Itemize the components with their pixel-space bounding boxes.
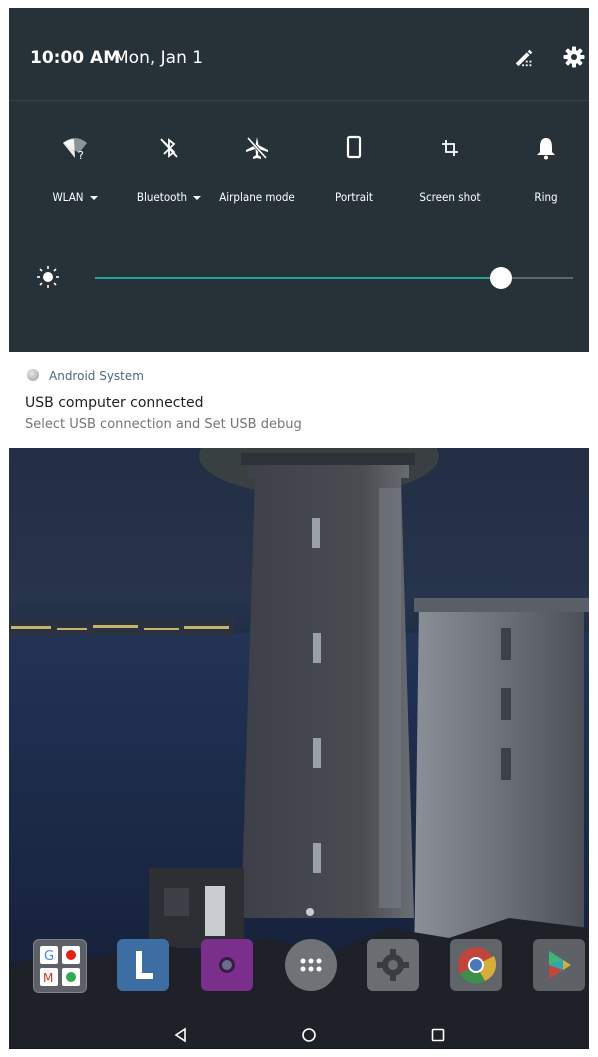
tile-wlan[interactable]: ? WLAN <box>27 134 123 214</box>
brightness-icon <box>37 266 59 288</box>
tile-bluetooth[interactable]: Bluetooth <box>121 134 217 214</box>
google-folder[interactable]: G M <box>33 939 87 993</box>
tile-airplane-label: Airplane mode <box>219 190 295 204</box>
tile-portrait-label: Portrait <box>335 190 373 204</box>
notification-app-name: Android System <box>49 369 144 383</box>
page-indicator-dot <box>306 908 314 916</box>
tile-portrait[interactable]: Portrait <box>306 134 402 214</box>
wifi-unknown-icon: ? <box>63 138 87 162</box>
svg-text:G: G <box>44 949 54 964</box>
tile-screenshot-label: Screen shot <box>419 190 481 204</box>
chrome-app[interactable] <box>450 939 502 991</box>
app-drawer-icon <box>300 958 322 972</box>
recents-icon[interactable] <box>430 1027 446 1043</box>
edit-icon[interactable] <box>513 46 535 68</box>
tile-ring-label: Ring <box>534 190 558 204</box>
status-time: 10:00 AM <box>30 48 121 68</box>
home-icon[interactable] <box>301 1027 317 1043</box>
notification-text: Select USB connection and Set USB debug <box>25 417 302 432</box>
chrome-icon <box>458 947 497 984</box>
tablet-screen: 10:00 AM Mon, Jan 1 ? WLAN Bluetooth Air… <box>9 8 589 1049</box>
l-app[interactable] <box>117 939 169 991</box>
settings-app[interactable] <box>367 939 419 991</box>
tile-bluetooth-label: Bluetooth <box>136 190 188 204</box>
bluetooth-off-icon <box>160 138 178 158</box>
portrait-icon <box>346 135 362 159</box>
tile-screen-shot[interactable]: Screen shot <box>402 134 498 214</box>
airplane-off-icon <box>246 136 268 160</box>
app-drawer[interactable] <box>285 939 337 991</box>
tile-airplane-mode[interactable]: Airplane mode <box>209 134 305 214</box>
svg-text:?: ? <box>78 149 84 162</box>
status-date: Mon, Jan 1 <box>114 48 204 68</box>
play-store-icon <box>549 951 571 979</box>
chevron-down-icon[interactable] <box>89 195 98 200</box>
google-folder-icon: G M <box>40 946 80 986</box>
bell-icon <box>537 138 555 160</box>
settings-gear-icon <box>377 949 409 981</box>
quick-settings-panel: 10:00 AM Mon, Jan 1 ? WLAN Bluetooth Air… <box>9 8 589 352</box>
usb-notification[interactable]: Android System USB computer connected Se… <box>9 352 589 448</box>
brightness-slider-fill <box>95 277 502 279</box>
tile-ring[interactable]: Ring <box>498 134 589 214</box>
android-system-icon <box>27 369 39 381</box>
quick-settings-header: 10:00 AM Mon, Jan 1 <box>9 8 589 101</box>
l-app-icon <box>136 951 153 979</box>
brightness-slider-thumb[interactable] <box>490 267 513 289</box>
camera-icon <box>219 957 235 973</box>
gear-icon[interactable] <box>562 45 586 69</box>
tile-wlan-label: WLAN <box>52 190 84 204</box>
play-store-app[interactable] <box>533 939 585 991</box>
notification-title: USB computer connected <box>25 395 204 411</box>
camera-app[interactable] <box>201 939 253 991</box>
chevron-down-icon[interactable] <box>193 195 202 200</box>
back-icon[interactable] <box>173 1027 189 1043</box>
crop-icon <box>442 140 458 156</box>
svg-text:M: M <box>43 971 53 985</box>
